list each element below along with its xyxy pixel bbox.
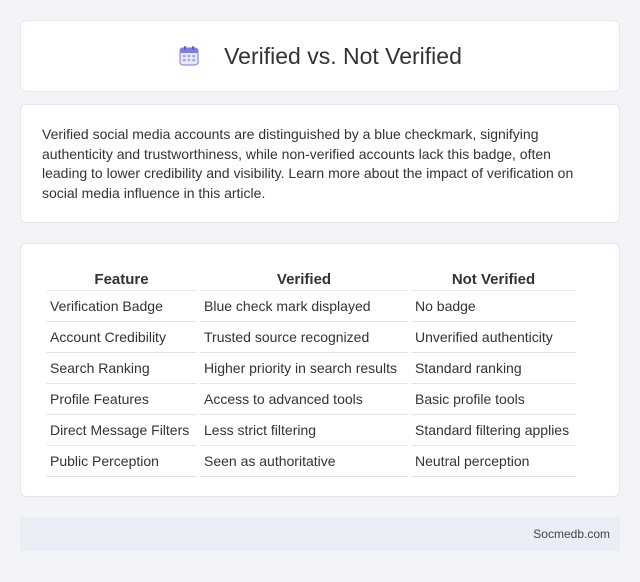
table-cell: Trusted source recognized	[200, 322, 408, 353]
column-header-feature: Feature	[46, 268, 197, 291]
footer-site-link[interactable]: Socmedb.com	[533, 527, 610, 541]
table-row: Direct Message Filters Less strict filte…	[46, 415, 576, 446]
table-cell: No badge	[411, 291, 576, 322]
table-cell: Profile Features	[46, 384, 197, 415]
calendar-icon	[178, 45, 200, 67]
comparison-table: Feature Verified Not Verified Verificati…	[43, 268, 579, 477]
table-cell: Seen as authoritative	[200, 446, 408, 477]
table-row: Verification Badge Blue check mark displ…	[46, 291, 576, 322]
table-cell: Standard ranking	[411, 353, 576, 384]
description-card: Verified social media accounts are disti…	[20, 104, 620, 223]
page-title: Verified vs. Not Verified	[224, 42, 462, 69]
table-cell: Basic profile tools	[411, 384, 576, 415]
title-card: Verified vs. Not Verified	[20, 20, 620, 92]
table-cell: Account Credibility	[46, 322, 197, 353]
table-header-row: Feature Verified Not Verified	[46, 268, 576, 291]
table-cell: Higher priority in search results	[200, 353, 408, 384]
table-cell: Neutral perception	[411, 446, 576, 477]
column-header-not-verified: Not Verified	[411, 268, 576, 291]
column-header-verified: Verified	[200, 268, 408, 291]
table-row: Public Perception Seen as authoritative …	[46, 446, 576, 477]
table-cell: Direct Message Filters	[46, 415, 197, 446]
table-cell: Public Perception	[46, 446, 197, 477]
table-row: Account Credibility Trusted source recog…	[46, 322, 576, 353]
table-cell: Less strict filtering	[200, 415, 408, 446]
comparison-card: Feature Verified Not Verified Verificati…	[20, 243, 620, 497]
footer: Socmedb.com	[20, 517, 620, 551]
table-cell: Blue check mark displayed	[200, 291, 408, 322]
description-text: Verified social media accounts are disti…	[42, 126, 574, 201]
table-cell: Verification Badge	[46, 291, 197, 322]
table-cell: Unverified authenticity	[411, 322, 576, 353]
table-cell: Standard filtering applies	[411, 415, 576, 446]
table-row: Search Ranking Higher priority in search…	[46, 353, 576, 384]
table-cell: Access to advanced tools	[200, 384, 408, 415]
table-row: Profile Features Access to advanced tool…	[46, 384, 576, 415]
table-cell: Search Ranking	[46, 353, 197, 384]
